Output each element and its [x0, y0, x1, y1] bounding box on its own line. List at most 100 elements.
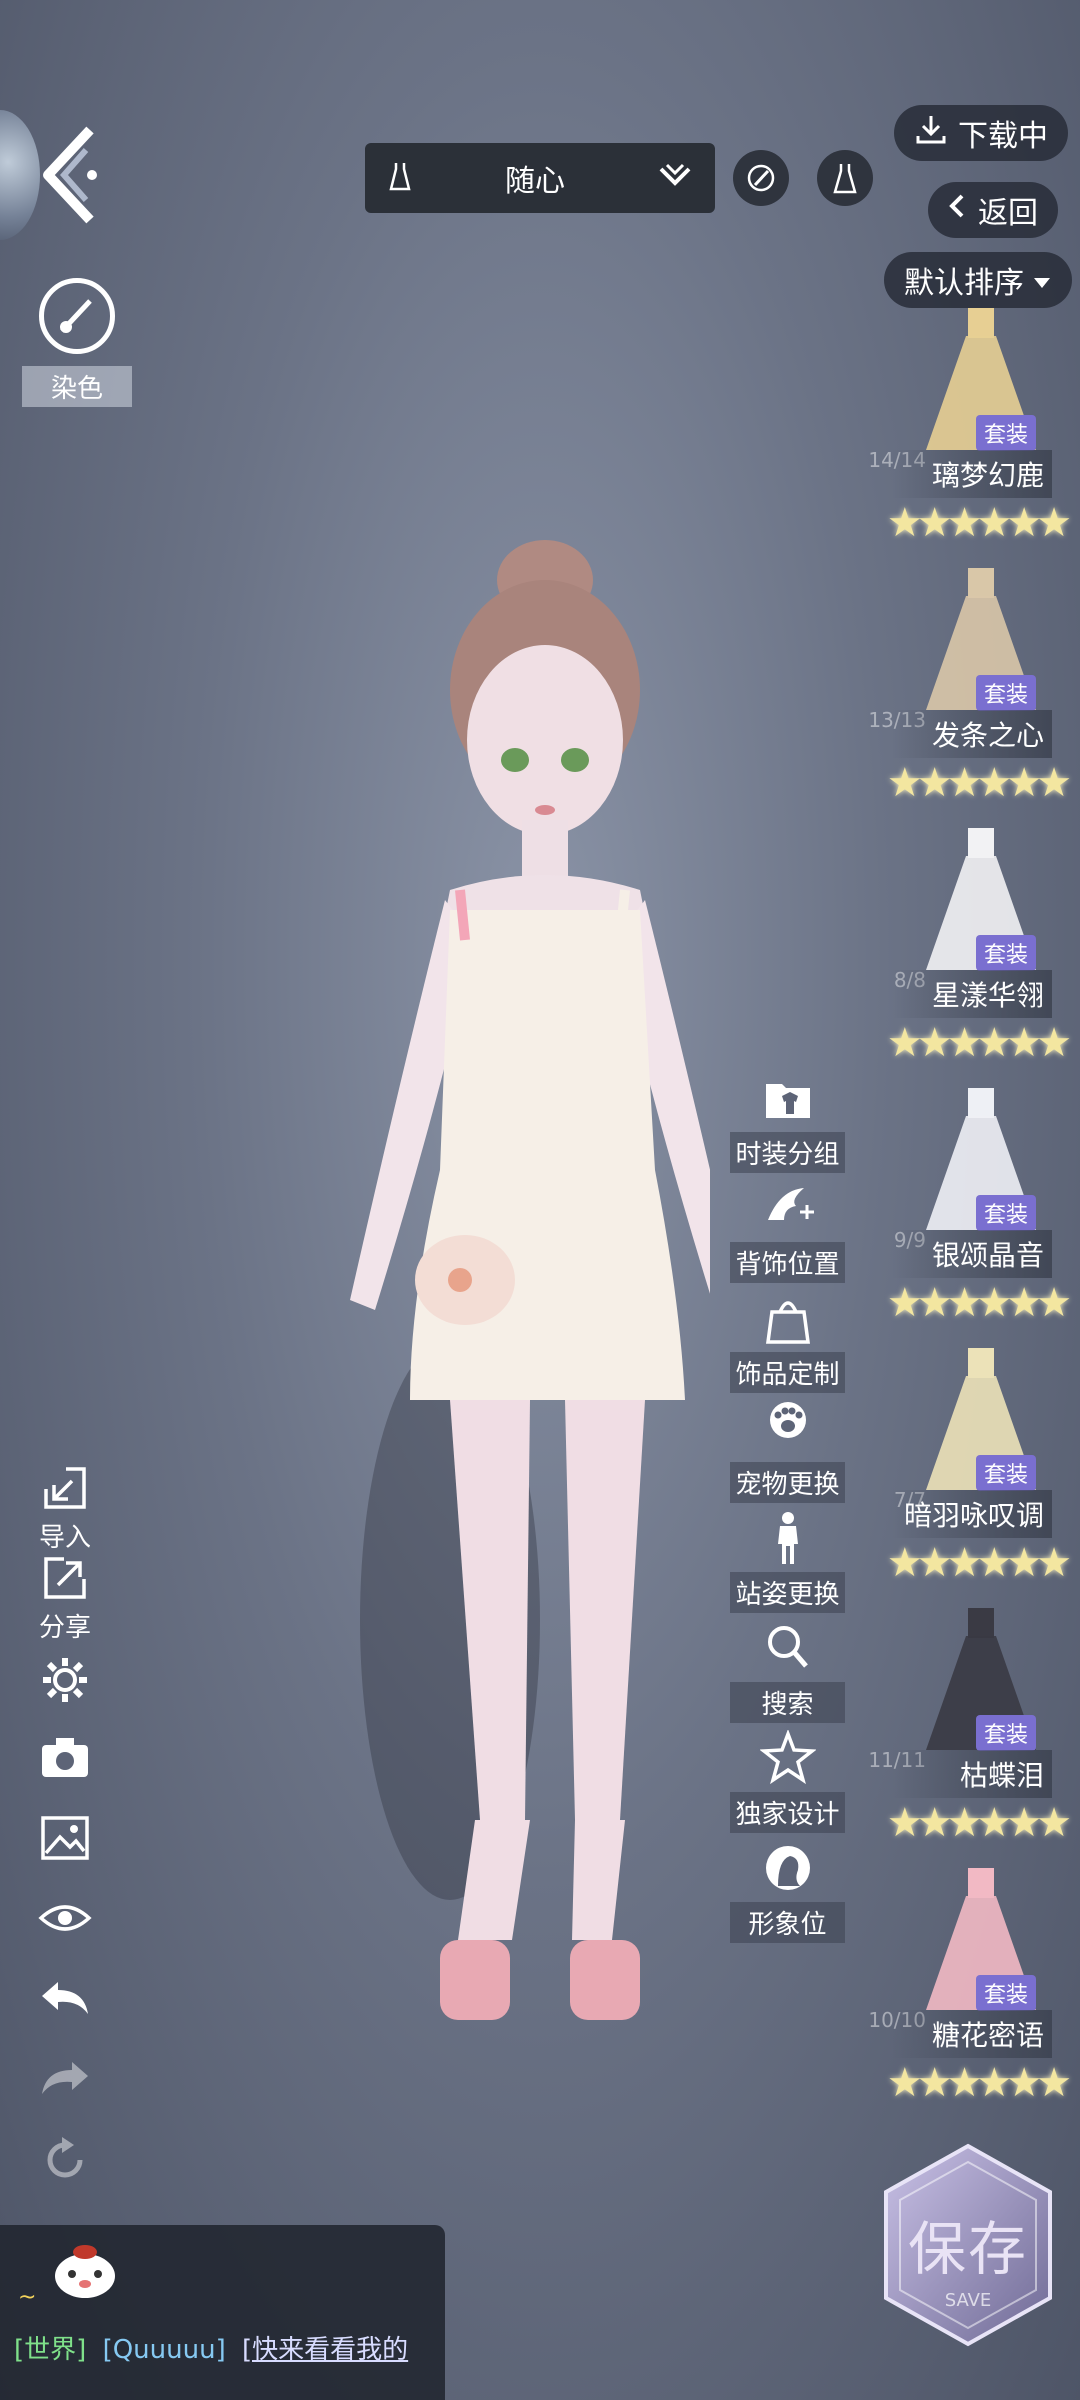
undo-button[interactable] — [30, 1978, 100, 2022]
search-icon — [760, 1620, 816, 1676]
download-icon — [914, 112, 948, 154]
outfit-name: 璃梦幻鹿 — [892, 450, 1052, 498]
outfit-stars: ★★★★★★ — [886, 2060, 1072, 2106]
settings-button[interactable] — [30, 1655, 100, 1709]
download-label: 下载中 — [958, 119, 1048, 154]
outfit-name: 枯蝶泪 — [892, 1750, 1052, 1798]
menu-bag-button[interactable]: 饰品定制 — [730, 1290, 845, 1393]
menu-label: 饰品定制 — [730, 1352, 845, 1393]
chevron-down-icon — [657, 163, 693, 193]
brush-edit-button[interactable] — [733, 150, 789, 206]
outfit-name: 暗羽咏叹调 — [892, 1490, 1052, 1538]
reset-button[interactable] — [30, 2135, 100, 2189]
menu-label: 背饰位置 — [730, 1242, 845, 1283]
camera-button[interactable] — [30, 1735, 100, 1783]
dress-icon — [387, 161, 413, 195]
import-button[interactable]: 导入 — [30, 1465, 100, 1554]
person-icon — [760, 1510, 816, 1566]
outfit-filter-dropdown[interactable]: 随心 — [365, 143, 715, 213]
outfit-stars: ★★★★★★ — [886, 760, 1072, 806]
chevron-left-icon — [948, 192, 966, 228]
outfit-item[interactable]: 套装13/13发条之心★★★★★★ — [846, 560, 1072, 810]
menu-label: 形象位 — [730, 1902, 845, 1943]
outfit-item[interactable]: 套装7/7暗羽咏叹调★★★★★★ — [846, 1340, 1072, 1590]
player-character[interactable] — [290, 520, 740, 2080]
menu-portrait-button[interactable]: 形象位 — [730, 1840, 845, 1943]
brush-icon — [747, 164, 775, 192]
chat-message-row[interactable]: [世界] [Quuuuu] [快来看看我的 — [14, 2329, 408, 2366]
outfit-item[interactable]: 套装11/11枯蝶泪★★★★★★ — [846, 1600, 1072, 1850]
outfit-stars: ★★★★★★ — [886, 500, 1072, 546]
share-icon — [44, 1557, 86, 1599]
outfit-stars: ★★★★★★ — [886, 1280, 1072, 1326]
menu-star-button[interactable]: 独家设计 — [730, 1730, 845, 1833]
dye-button[interactable]: 染色 — [22, 278, 132, 407]
gear-icon — [43, 1658, 87, 1702]
save-sub-label: SAVE — [944, 2290, 992, 2311]
menu-label: 站姿更换 — [730, 1572, 845, 1613]
menu-label: 搜索 — [730, 1682, 845, 1723]
image-icon — [41, 1816, 89, 1860]
outfit-set-badge: 套装 — [975, 1715, 1036, 1751]
hide-ui-button[interactable] — [30, 1900, 100, 1940]
chat-channel: [世界] — [14, 2335, 87, 2365]
folder-shirt-icon — [760, 1070, 816, 1126]
menu-paw-button[interactable]: 宠物更换 — [730, 1400, 845, 1503]
outfit-set-badge: 套装 — [975, 1195, 1036, 1231]
save-button[interactable]: 保存 SAVE — [878, 2140, 1058, 2350]
paw-icon — [760, 1400, 816, 1456]
menu-label: 宠物更换 — [730, 1462, 845, 1503]
chat-username[interactable]: [Quuuuu] — [103, 2335, 226, 2365]
dress-icon — [833, 164, 857, 194]
import-label: 导入 — [38, 1523, 91, 1553]
undo-icon — [42, 1982, 88, 2014]
outfit-item[interactable]: 套装10/10糖花密语★★★★★★ — [846, 1860, 1072, 2110]
star-icon — [759, 1730, 816, 1786]
outfit-stars: ★★★★★★ — [886, 1800, 1072, 1846]
menu-search-button[interactable]: 搜索 — [730, 1620, 845, 1723]
chat-panel[interactable]: ~ [世界] [Quuuuu] [快来看看我的 — [0, 2225, 445, 2400]
share-button[interactable]: 分享 — [30, 1555, 100, 1644]
chat-tilde: ~ — [18, 2285, 37, 2310]
menu-label: 独家设计 — [730, 1792, 845, 1833]
portrait-icon — [760, 1840, 816, 1896]
download-button[interactable]: 下载中 — [894, 105, 1068, 161]
gallery-button[interactable] — [30, 1815, 100, 1865]
outfit-name: 银颂晶音 — [892, 1230, 1052, 1278]
eye-icon — [38, 1905, 92, 1931]
menu-person-button[interactable]: 站姿更换 — [730, 1510, 845, 1613]
outfit-set-badge: 套装 — [975, 1455, 1036, 1491]
chat-link[interactable]: [快来看看我的 — [242, 2335, 408, 2365]
outfit-name: 糖花密语 — [892, 2010, 1052, 2058]
outfit-set-badge: 套装 — [975, 415, 1036, 451]
camera-icon — [42, 1738, 88, 1777]
outfit-name: 星漾华翎 — [892, 970, 1052, 1018]
dress-button[interactable] — [817, 150, 873, 206]
outfit-set-badge: 套装 — [975, 935, 1036, 971]
redo-icon — [42, 2062, 88, 2094]
sort-label: 默认排序 — [904, 266, 1024, 301]
wing-move-icon — [760, 1180, 816, 1236]
back-chevron-icon[interactable] — [30, 120, 110, 230]
back-button[interactable]: 返回 — [928, 182, 1058, 238]
redo-button[interactable] — [30, 2058, 100, 2102]
save-label: 保存 — [907, 2215, 1028, 2283]
outfit-item[interactable]: 套装14/14璃梦幻鹿★★★★★★ — [846, 300, 1072, 550]
share-label: 分享 — [38, 1613, 91, 1643]
outfit-set-badge: 套装 — [975, 1975, 1036, 2011]
outfit-item[interactable]: 套装9/9银颂晶音★★★★★★ — [846, 1080, 1072, 1330]
import-icon — [44, 1467, 86, 1509]
menu-folder-shirt-button[interactable]: 时装分组 — [730, 1070, 845, 1173]
outfit-name: 发条之心 — [892, 710, 1052, 758]
back-label: 返回 — [978, 196, 1038, 231]
caret-down-icon — [1032, 263, 1052, 298]
refresh-icon — [47, 2137, 83, 2178]
menu-wing-move-button[interactable]: 背饰位置 — [730, 1180, 845, 1283]
outfit-stars: ★★★★★★ — [886, 1020, 1072, 1066]
paint-brush-icon — [39, 278, 115, 354]
outfit-filter-value: 随心 — [505, 164, 565, 199]
menu-label: 时装分组 — [730, 1132, 845, 1173]
pet-avatar-icon — [50, 2240, 120, 2304]
outfit-item[interactable]: 套装8/8星漾华翎★★★★★★ — [846, 820, 1072, 1070]
outfit-stars: ★★★★★★ — [886, 1540, 1072, 1586]
